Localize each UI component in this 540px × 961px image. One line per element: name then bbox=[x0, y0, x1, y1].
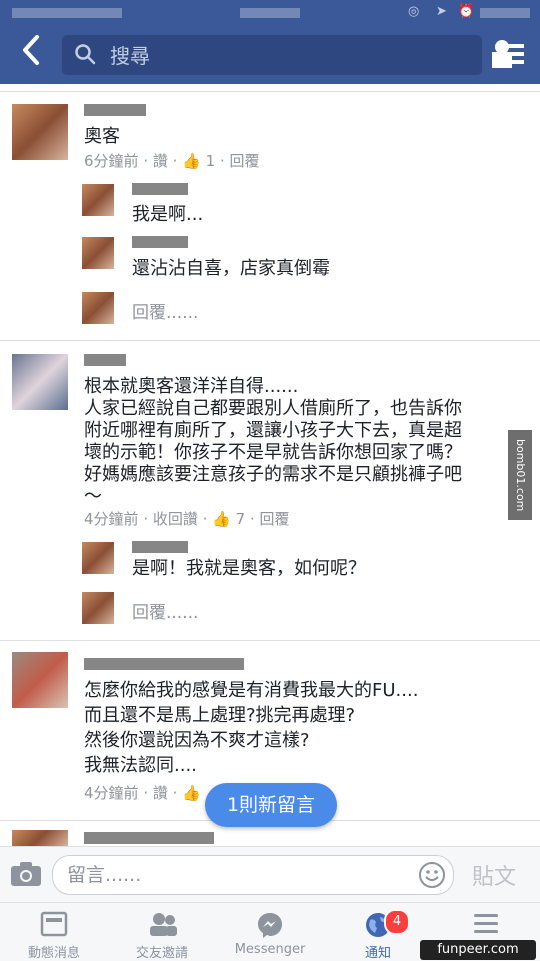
like-button[interactable]: 讚 bbox=[153, 152, 168, 170]
lock-rotation-icon: ◎ bbox=[408, 4, 420, 19]
replier-name[interactable] bbox=[132, 541, 188, 553]
reply-text: 還沾沾自喜，店家真倒霉 bbox=[132, 258, 330, 279]
status-bar: ◎ ➤ ⏰ bbox=[0, 0, 540, 26]
tab-label: 交友邀請 bbox=[135, 946, 188, 961]
comment-meta: 4分鐘前 · 收回讚 · 👍 7 · 回覆 bbox=[84, 510, 290, 528]
comment-time: 4分鐘前 bbox=[84, 784, 139, 802]
avatar[interactable] bbox=[12, 354, 68, 410]
new-comments-button[interactable]: 1則新留言 bbox=[205, 783, 337, 827]
messenger-icon bbox=[258, 913, 282, 938]
search-icon bbox=[75, 44, 96, 65]
tab-news-feed[interactable]: 動態消息 bbox=[0, 903, 108, 961]
post-button[interactable]: 貼文 bbox=[472, 859, 516, 891]
site-watermark: bomb01.com bbox=[508, 430, 532, 520]
avatar[interactable] bbox=[82, 542, 114, 574]
search-bar[interactable] bbox=[62, 35, 482, 75]
thumbs-up-icon: 👍 bbox=[182, 152, 201, 170]
thumbs-up-icon: 👍 bbox=[212, 510, 231, 528]
avatar[interactable] bbox=[12, 104, 68, 160]
comment-composer: 貼文 bbox=[0, 846, 540, 903]
avatar[interactable] bbox=[82, 184, 114, 216]
like-button[interactable]: 讚 bbox=[153, 784, 168, 802]
carrier-blur bbox=[12, 8, 122, 18]
reply-button[interactable]: 回覆 bbox=[260, 510, 290, 528]
alarm-icon: ⏰ bbox=[458, 4, 475, 19]
friends-online-icon[interactable] bbox=[488, 38, 528, 72]
divider bbox=[0, 640, 540, 641]
emoji-icon[interactable] bbox=[418, 861, 446, 889]
battery-blur bbox=[480, 8, 530, 18]
reply-input[interactable]: 回覆...... bbox=[132, 298, 198, 323]
reply-input[interactable]: 回覆...... bbox=[132, 598, 198, 623]
tab-label: 動態消息 bbox=[27, 946, 80, 961]
search-input[interactable] bbox=[108, 41, 472, 71]
avatar[interactable] bbox=[82, 237, 114, 269]
news-feed-icon bbox=[40, 911, 68, 937]
comment-meta: 4分鐘前 · 讚 · 👍 bbox=[84, 784, 201, 802]
comment-input[interactable] bbox=[65, 860, 409, 890]
commenter-name[interactable] bbox=[84, 832, 214, 844]
time-blur bbox=[240, 8, 300, 18]
camera-icon[interactable] bbox=[10, 861, 42, 887]
thumbs-up-icon: 👍 bbox=[182, 784, 201, 802]
avatar bbox=[82, 592, 114, 624]
avatar[interactable] bbox=[12, 652, 68, 708]
comment-meta: 6分鐘前 · 讚 · 👍 1 · 回覆 bbox=[84, 152, 260, 170]
location-icon: ➤ bbox=[436, 4, 447, 19]
comment-time: 6分鐘前 bbox=[84, 152, 139, 170]
replier-name[interactable] bbox=[132, 236, 188, 248]
like-count: 7 bbox=[235, 510, 246, 528]
reply-text: 是啊！我就是奧客，如何呢？ bbox=[132, 558, 366, 579]
comment-field[interactable] bbox=[52, 855, 454, 895]
tab-friend-requests[interactable]: 交友邀請 bbox=[108, 903, 216, 961]
replier-name[interactable] bbox=[132, 183, 188, 195]
reply-text: 我是啊... bbox=[132, 204, 204, 225]
back-button[interactable] bbox=[20, 34, 42, 75]
menu-icon bbox=[474, 914, 498, 933]
nav-bar bbox=[0, 26, 540, 84]
reply-button[interactable]: 回覆 bbox=[230, 152, 260, 170]
divider bbox=[0, 91, 540, 92]
corner-watermark: funpeer.com bbox=[420, 940, 536, 960]
like-count: 1 bbox=[205, 152, 216, 170]
avatar[interactable] bbox=[12, 830, 68, 846]
commenter-name[interactable] bbox=[84, 354, 126, 366]
notification-badge: 4 bbox=[384, 909, 410, 935]
avatar bbox=[82, 292, 114, 324]
tab-label: 通知 bbox=[364, 946, 391, 961]
tab-notifications[interactable]: 4 通知 bbox=[324, 903, 432, 961]
comment-text: 奧客 bbox=[84, 126, 120, 147]
comment-time: 4分鐘前 bbox=[84, 510, 139, 528]
tab-label: Messenger bbox=[234, 942, 306, 957]
tab-messenger[interactable]: Messenger bbox=[216, 903, 324, 961]
commenter-name[interactable] bbox=[84, 658, 244, 670]
unlike-button[interactable]: 收回讚 bbox=[153, 510, 198, 528]
friend-requests-icon bbox=[150, 913, 177, 936]
divider bbox=[0, 340, 540, 341]
chevron-left-icon bbox=[23, 35, 39, 65]
commenter-name[interactable] bbox=[84, 104, 146, 116]
